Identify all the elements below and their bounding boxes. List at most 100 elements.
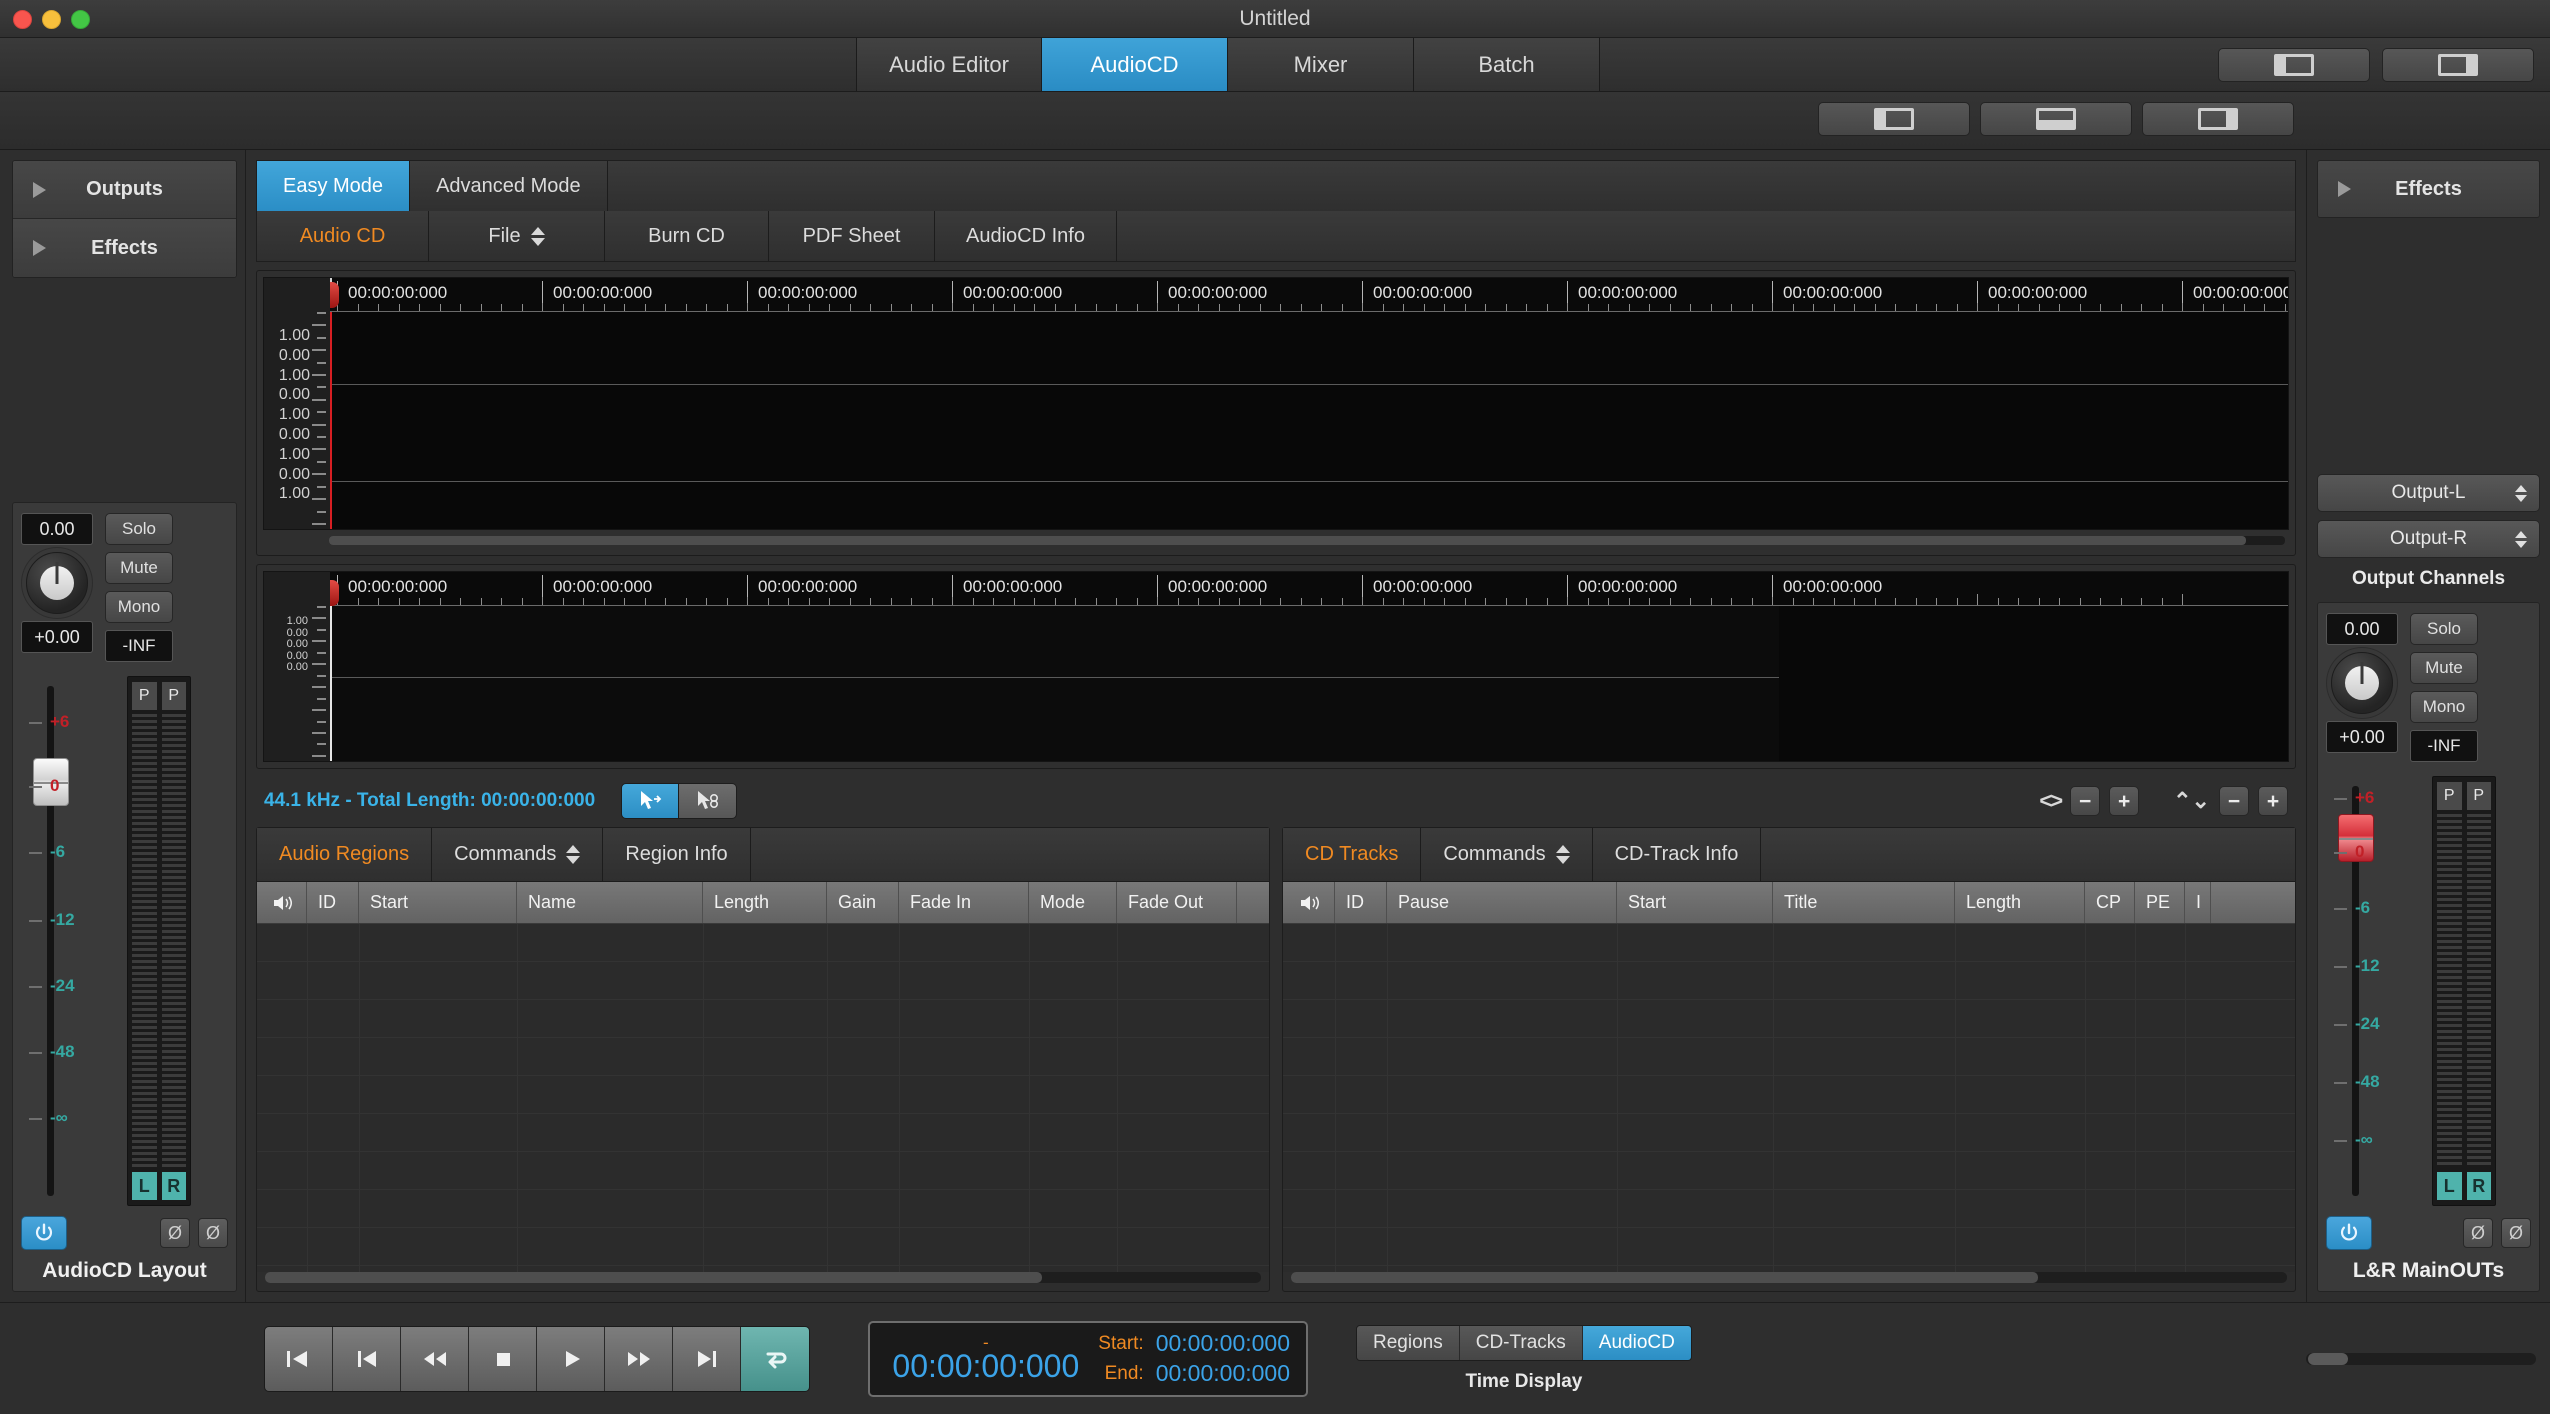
column-header-name[interactable]: Name bbox=[517, 882, 703, 923]
output-r-select[interactable]: Output-R bbox=[2317, 520, 2540, 558]
subtab-burn-cd[interactable]: Burn CD bbox=[605, 211, 769, 261]
left-gain-value[interactable]: +0.00 bbox=[21, 621, 93, 653]
right-sidebar-section-effects[interactable]: Effects bbox=[2317, 160, 2540, 218]
left-pan-knob[interactable] bbox=[26, 552, 88, 614]
left-mute-button[interactable]: Mute bbox=[105, 552, 173, 584]
column-header-start[interactable]: Start bbox=[359, 882, 517, 923]
right-mute-button[interactable]: Mute bbox=[2410, 652, 2478, 684]
output-l-select[interactable]: Output-L bbox=[2317, 474, 2540, 512]
fast-forward-button[interactable] bbox=[605, 1326, 673, 1391]
left-phase-invert-l-button[interactable]: Ø bbox=[160, 1218, 190, 1248]
tab-mixer[interactable]: Mixer bbox=[1228, 38, 1414, 91]
toggle-inspector-left-button[interactable] bbox=[1818, 102, 1970, 136]
playhead-handle-icon[interactable] bbox=[330, 282, 339, 308]
pointer-move-tool-button[interactable] bbox=[621, 783, 680, 819]
left-pan-value[interactable]: 0.00 bbox=[21, 513, 93, 545]
detail-canvas[interactable] bbox=[330, 580, 2288, 761]
zoom-vertical-in-button[interactable]: + bbox=[2258, 786, 2288, 816]
tab-cd-track-info[interactable]: CD-Track Info bbox=[1592, 828, 1762, 882]
right-phase-invert-l-button[interactable]: Ø bbox=[2463, 1218, 2493, 1248]
zoom-vertical-out-button[interactable]: − bbox=[2219, 786, 2249, 816]
playhead-handle-icon[interactable] bbox=[330, 580, 339, 606]
right-pan-value[interactable]: 0.00 bbox=[2326, 613, 2398, 645]
column-header-cp[interactable]: CP bbox=[2085, 882, 2135, 923]
column-header-pe[interactable]: PE bbox=[2135, 882, 2185, 923]
overview-horizontal-scrollbar[interactable] bbox=[329, 536, 2285, 545]
tab-advanced-mode[interactable]: Advanced Mode bbox=[410, 161, 608, 211]
zoom-horizontal-out-button[interactable]: − bbox=[2070, 786, 2101, 816]
tab-audio-regions[interactable]: Audio Regions bbox=[257, 828, 433, 882]
left-mono-button[interactable]: Mono bbox=[105, 591, 173, 623]
column-header-id[interactable]: ID bbox=[1335, 882, 1387, 923]
bottom-scrollbar[interactable] bbox=[2306, 1352, 2536, 1365]
cd-tracks-body[interactable] bbox=[1283, 924, 2295, 1272]
detail-time-ruler[interactable]: 00:00:00:000 00:00:00:000 00:00:00:000 00:0… bbox=[330, 572, 2288, 606]
playhead[interactable] bbox=[330, 278, 339, 529]
time-mode-cdtracks-button[interactable]: CD-Tracks bbox=[1459, 1325, 1583, 1360]
detail-waveform[interactable]: 1.00 0.00 0.00 0.00 0.00 00:00:00:000 00:… bbox=[263, 571, 2289, 762]
overview-canvas[interactable] bbox=[330, 278, 2288, 529]
right-pan-knob[interactable] bbox=[2331, 652, 2393, 714]
rewind-button[interactable] bbox=[401, 1326, 469, 1391]
right-mono-button[interactable]: Mono bbox=[2410, 691, 2478, 723]
column-header-speaker-icon[interactable] bbox=[1283, 882, 1335, 923]
tab-cdtracks-commands[interactable]: Commands bbox=[1421, 828, 1593, 882]
column-header-fade-out[interactable]: Fade Out bbox=[1117, 882, 1237, 923]
sidebar-section-effects[interactable]: Effects bbox=[13, 219, 236, 277]
play-button[interactable] bbox=[537, 1326, 605, 1391]
right-level-readout[interactable]: -INF bbox=[2410, 730, 2478, 762]
current-time-value[interactable]: 00:00:00:000 bbox=[892, 1349, 1079, 1384]
file-stepper-icon[interactable] bbox=[530, 226, 545, 246]
commands-stepper-icon[interactable] bbox=[566, 845, 581, 864]
tab-audio-editor[interactable]: Audio Editor bbox=[856, 38, 1042, 91]
sidebar-section-outputs[interactable]: Outputs bbox=[13, 161, 236, 219]
time-mode-regions-button[interactable]: Regions bbox=[1357, 1325, 1460, 1360]
column-header-title[interactable]: Title bbox=[1773, 882, 1955, 923]
column-header-id[interactable]: ID bbox=[307, 882, 359, 923]
left-level-readout[interactable]: -INF bbox=[105, 630, 173, 662]
peak-indicator[interactable]: P bbox=[2466, 782, 2491, 810]
tab-region-info[interactable]: Region Info bbox=[603, 828, 751, 882]
pointer-loop-tool-button[interactable] bbox=[679, 783, 738, 819]
column-header-pause[interactable]: Pause bbox=[1387, 882, 1617, 923]
tab-audiocd[interactable]: AudioCD bbox=[1042, 38, 1228, 91]
left-solo-button[interactable]: Solo bbox=[105, 513, 173, 545]
tab-cd-tracks[interactable]: CD Tracks bbox=[1283, 828, 1422, 882]
peak-indicator[interactable]: P bbox=[2437, 782, 2462, 810]
toggle-right-panel-button[interactable] bbox=[2382, 48, 2534, 82]
right-volume-fader[interactable]: +6 0 -6 -12 -24 -48 -∞ bbox=[2326, 776, 2422, 1206]
chevron-updown-icon[interactable] bbox=[2515, 530, 2527, 548]
selection-end-value[interactable]: 00:00:00:000 bbox=[1156, 1360, 1290, 1387]
column-header-speaker-icon[interactable] bbox=[257, 882, 307, 923]
column-header-start[interactable]: Start bbox=[1617, 882, 1773, 923]
overview-canvas-area[interactable]: 00:00:00:000 00:00:00:000 00:00:00:000 00:0… bbox=[330, 278, 2288, 529]
overview-waveform[interactable]: 1.00 0.00 1.00 0.00 1.00 0.00 1.00 0.00 … bbox=[263, 277, 2289, 530]
column-header-i[interactable]: I bbox=[2185, 882, 2211, 923]
right-gain-value[interactable]: +0.00 bbox=[2326, 721, 2398, 753]
right-power-button[interactable] bbox=[2326, 1216, 2372, 1250]
toggle-left-panel-button[interactable] bbox=[2218, 48, 2370, 82]
left-power-button[interactable] bbox=[21, 1216, 67, 1250]
detail-canvas-area[interactable]: 00:00:00:000 00:00:00:000 00:00:00:000 00:0… bbox=[330, 572, 2288, 761]
audio-regions-body[interactable] bbox=[257, 924, 1269, 1272]
tab-easy-mode[interactable]: Easy Mode bbox=[257, 161, 411, 211]
subtab-file[interactable]: File bbox=[429, 211, 605, 261]
zoom-horizontal-in-button[interactable]: + bbox=[2109, 786, 2140, 816]
detail-playhead[interactable] bbox=[330, 580, 339, 761]
column-header-fade-in[interactable]: Fade In bbox=[899, 882, 1029, 923]
next-marker-button[interactable] bbox=[673, 1326, 741, 1391]
toggle-bottom-panel-button[interactable] bbox=[1980, 102, 2132, 136]
right-solo-button[interactable]: Solo bbox=[2410, 613, 2478, 645]
overview-time-ruler[interactable]: 00:00:00:000 00:00:00:000 00:00:00:000 00:0… bbox=[330, 278, 2288, 312]
column-header-mode[interactable]: Mode bbox=[1029, 882, 1117, 923]
right-phase-invert-r-button[interactable]: Ø bbox=[2501, 1218, 2531, 1248]
cd-tracks-scrollbar[interactable] bbox=[1291, 1272, 2287, 1283]
peak-indicator[interactable]: P bbox=[161, 682, 186, 710]
left-phase-invert-r-button[interactable]: Ø bbox=[198, 1218, 228, 1248]
column-header-gain[interactable]: Gain bbox=[827, 882, 899, 923]
subtab-audio-cd[interactable]: Audio CD bbox=[257, 211, 429, 261]
chevron-updown-icon[interactable] bbox=[2515, 484, 2527, 502]
stop-button[interactable] bbox=[469, 1326, 537, 1391]
tab-regions-commands[interactable]: Commands bbox=[432, 828, 604, 882]
peak-indicator[interactable]: P bbox=[132, 682, 157, 710]
